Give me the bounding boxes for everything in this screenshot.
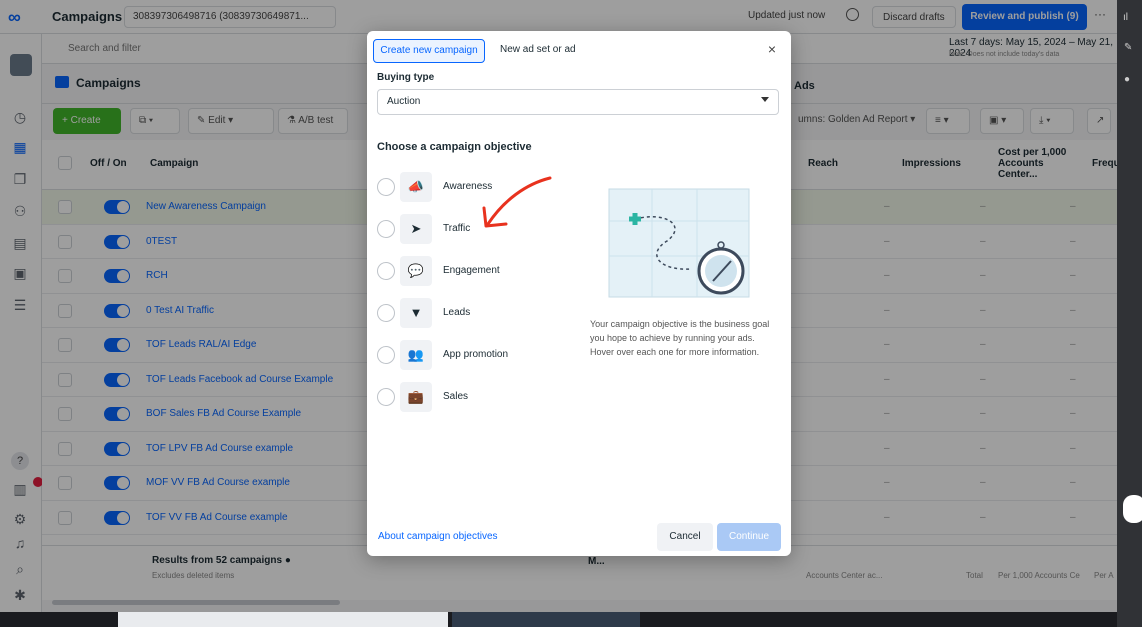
objective-radio[interactable]: [377, 220, 395, 238]
continue-button[interactable]: Continue: [717, 523, 781, 551]
objective-option[interactable]: ▼ Leads: [377, 295, 567, 329]
objective-label: App promotion: [443, 349, 509, 360]
buying-type-select[interactable]: Auction: [377, 89, 779, 115]
objective-option[interactable]: 👥 App promotion: [377, 337, 567, 371]
buying-type-label: Buying type: [377, 72, 435, 83]
close-icon[interactable]: ×: [765, 41, 779, 57]
cursor-icon: ➤: [400, 214, 432, 244]
bar-chart-icon[interactable]: ıl: [1123, 12, 1128, 23]
tab-create-new-campaign[interactable]: Create new campaign: [373, 39, 485, 63]
tab-new-ad-set-or-ad[interactable]: New ad set or ad: [500, 44, 576, 55]
taskbar-strip: [0, 612, 1117, 627]
objective-description: Your campaign objective is the business …: [590, 319, 770, 357]
chat-widget-icon[interactable]: [1123, 495, 1142, 523]
create-campaign-dialog: Create new campaign New ad set or ad × B…: [367, 31, 791, 556]
objective-radio[interactable]: [377, 304, 395, 322]
objective-radio[interactable]: [377, 346, 395, 364]
objective-option[interactable]: 💼 Sales: [377, 379, 567, 413]
taskbar-thumb: [118, 612, 448, 627]
ads-manager-app: ∞ Campaigns 308397306498716 (30839730649…: [0, 0, 1117, 612]
objective-option[interactable]: 💬 Engagement: [377, 253, 567, 287]
briefcase-icon: 💼: [400, 382, 432, 412]
objective-radio[interactable]: [377, 388, 395, 406]
info-circle-icon[interactable]: ●: [1124, 74, 1130, 85]
funnel-icon: ▼: [400, 298, 432, 328]
objective-label: Sales: [443, 391, 469, 402]
map-compass-illustration: [608, 188, 750, 298]
objective-label: Leads: [443, 307, 471, 318]
taskbar-thumb: [452, 612, 640, 627]
chevron-down-icon: [761, 97, 769, 102]
red-annotation-arrow: [482, 176, 552, 228]
people-icon: 👥: [400, 340, 432, 370]
objective-label: Traffic: [443, 223, 471, 234]
objective-label: Engagement: [443, 265, 500, 276]
about-objectives-link[interactable]: About campaign objectives: [378, 531, 498, 542]
objective-heading: Choose a campaign objective: [377, 141, 532, 153]
pencil-icon[interactable]: ✎: [1124, 42, 1132, 53]
right-side-panel: ıl ✎ ●: [1117, 0, 1142, 627]
objective-radio[interactable]: [377, 178, 395, 196]
cancel-button[interactable]: Cancel: [657, 523, 713, 551]
objective-radio[interactable]: [377, 262, 395, 280]
megaphone-icon: 📣: [400, 172, 432, 202]
chat-icon: 💬: [400, 256, 432, 286]
